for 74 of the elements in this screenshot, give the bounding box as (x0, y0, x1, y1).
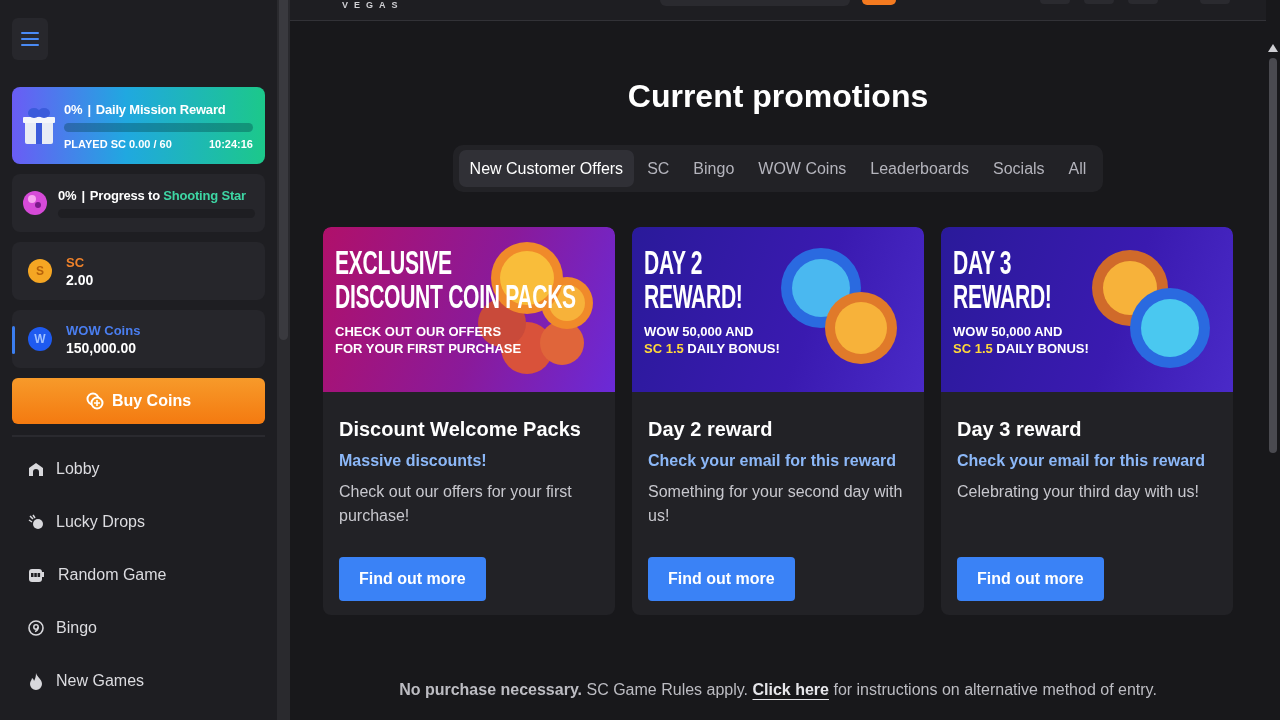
building-icon (28, 461, 44, 477)
filter-tab[interactable]: Leaderboards (859, 150, 981, 187)
menu-button[interactable] (12, 18, 48, 60)
card-title: Discount Welcome Packs (339, 417, 582, 442)
banner-headline: EXCLUSIVE (335, 245, 452, 279)
progress-card[interactable]: 0% | Progress to Shooting Star (12, 174, 265, 232)
progress-percent: 0% (58, 188, 77, 203)
find-out-more-button[interactable]: Find out more (339, 557, 486, 601)
balance-card[interactable]: W WOW Coins 150,000.00 (12, 310, 265, 368)
progress-label: Progress to Shooting Star (89, 188, 246, 203)
promo-banner[interactable]: DAY 2 REWARD! WOW 50,000 AND SC 1.5 DAILY BONUS! (632, 227, 924, 392)
filter-tab[interactable]: Bingo (682, 150, 746, 187)
currency-label: WOW Coins (66, 322, 141, 338)
banner-text: WOW 50,000 AND (644, 323, 754, 340)
disclaimer-text: No purchase necessary. SC Game Rules apply. Click here for instructions on alternative method of entry. (399, 681, 1157, 699)
banner-headline: DAY 3 (953, 245, 1012, 279)
filter-tab[interactable]: SC (636, 150, 681, 187)
played-amount: PLAYED SC 0.00 / 60 (64, 137, 172, 150)
filter-tab[interactable]: All (1057, 150, 1098, 187)
card-description: Check out our offers for your first purchase! (339, 482, 573, 526)
nine-ball-icon (28, 620, 44, 636)
nav-item[interactable]: Lucky Drops (12, 511, 265, 533)
mission-card[interactable]: 0% | Daily Mission Reward PLAYED SC 0.00 / 60 10:24:16 (12, 87, 265, 164)
card-title: Day 2 reward (648, 417, 774, 442)
separator: | (81, 188, 85, 203)
mission-title: Daily Mission Reward (95, 101, 226, 117)
ball-icon (28, 514, 44, 530)
rules-link[interactable]: Click here (752, 681, 829, 698)
page-title: Current promotions (627, 77, 929, 116)
card-subtitle: Check your email for this reward (648, 451, 898, 471)
scrollbar[interactable] (277, 0, 290, 720)
banner-headline: DISCOUNT COIN PACKS (335, 279, 576, 313)
nav-item[interactable]: Bingo (12, 617, 265, 639)
card-description: Something for your second day with us! (648, 482, 904, 526)
scroll-up-icon[interactable] (1268, 44, 1278, 52)
card-subtitle: Check your email for this reward (957, 451, 1207, 471)
filter-tab[interactable]: Socials (982, 150, 1056, 187)
filter-tab[interactable]: WOW Coins (747, 150, 858, 187)
balance-card[interactable]: S SC 2.00 (12, 242, 265, 300)
banner-headline: REWARD! (953, 279, 1052, 313)
promo-banner[interactable]: EXCLUSIVE DISCOUNT COIN PACKS CHECK OUT OUR OFFERS FOR YOUR FIRST PURCHASE (323, 227, 615, 392)
separator: | (87, 101, 91, 117)
nav-item[interactable]: Random Game (12, 564, 265, 586)
banner-headline: DAY 2 (644, 245, 703, 279)
banner-text: FOR YOUR FIRST PURCHASE (335, 340, 522, 357)
flame-icon (28, 672, 44, 690)
gift-icon (22, 105, 56, 146)
countdown-timer: 10:24:16 (208, 137, 253, 150)
banner-text: SC 1.5 DAILY BONUS! (953, 340, 1089, 357)
banner-text: WOW 50,000 AND (953, 323, 1063, 340)
nav-item[interactable]: Lobby (12, 458, 265, 480)
menu-icon (21, 32, 39, 46)
card-description: Celebrating your third day with us! (957, 482, 1200, 502)
banner-text: SC 1.5 DAILY BONUS! (644, 340, 780, 357)
ball-icon (22, 190, 48, 216)
coin-icon: S (28, 259, 52, 283)
banner-headline: REWARD! (644, 279, 743, 313)
slot-machine-icon (28, 567, 46, 583)
card-title: Day 3 reward (957, 417, 1083, 442)
filter-tab[interactable]: New Customer Offers (458, 150, 635, 187)
nav-item[interactable]: New Games (12, 670, 265, 692)
currency-label: SC (66, 254, 86, 270)
find-out-more-button[interactable]: Find out more (957, 557, 1104, 601)
coin-icon: W (28, 327, 52, 351)
logo-text[interactable]: VEGAS (342, 0, 404, 10)
card-subtitle: Massive discounts! (339, 451, 488, 471)
balance-amount: 150,000.00 (66, 339, 138, 356)
coins-icon (85, 392, 104, 410)
find-out-more-button[interactable]: Find out more (648, 557, 795, 601)
search-button[interactable] (861, 0, 896, 5)
balance-amount: 2.00 (66, 271, 94, 288)
promo-banner[interactable]: DAY 3 REWARD! WOW 50,000 AND SC 1.5 DAILY BONUS! (941, 227, 1233, 392)
mission-percent: 0% (64, 101, 83, 117)
banner-text: CHECK OUT OUR OFFERS (335, 323, 502, 340)
